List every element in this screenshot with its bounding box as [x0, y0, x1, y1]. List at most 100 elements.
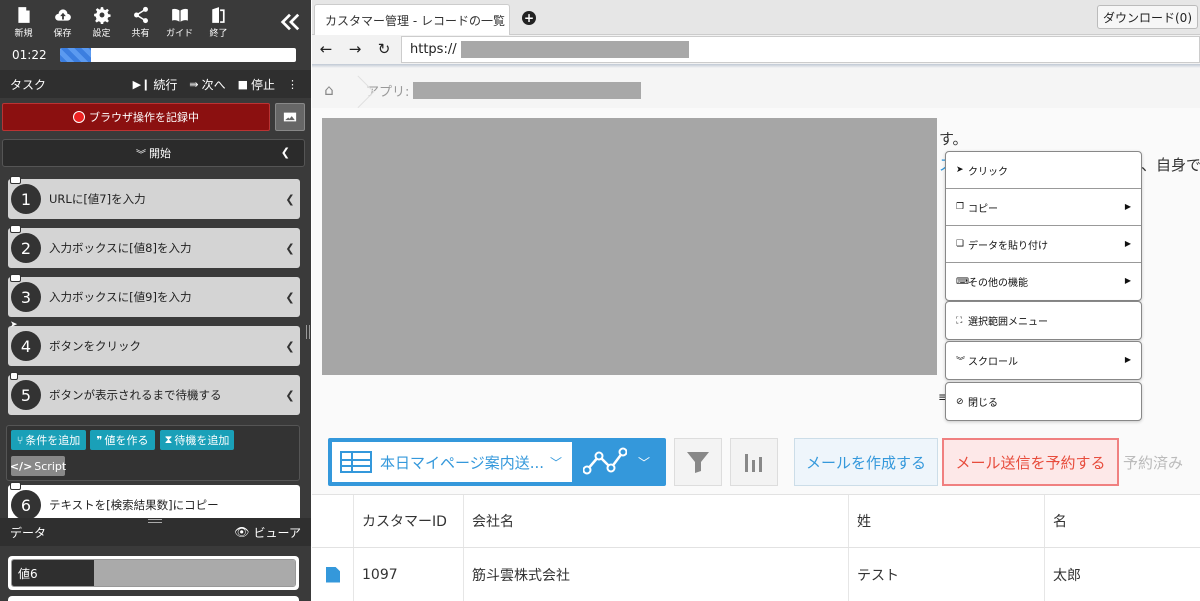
add-wait-button[interactable]: ⧗ 待機を追加	[160, 430, 234, 450]
view-name: 本日マイページ案内送...	[380, 453, 545, 472]
view-dropdown[interactable]: 本日マイページ案内送... ﹀	[332, 442, 572, 482]
chevron-left-icon[interactable]: ❮	[280, 291, 300, 304]
context-menu-main: ➤ クリック ❐ コピー ▶ ❏ データを貼り付け ▶ ⌨ その他の機能 ▶	[945, 151, 1142, 301]
graph-icon[interactable]	[583, 446, 627, 478]
page-shadow	[312, 64, 1200, 68]
record-table: カスタマーID 会社名 姓 名 1097 筋斗雲株式会社 テスト 太郎	[312, 494, 1200, 601]
add-wait-label: 待機を追加	[174, 434, 230, 447]
task-step[interactable]: 5 ボタンが表示されるまで待機する ❮	[8, 372, 300, 415]
viewer-label: ビューア	[253, 525, 301, 540]
chevron-left-icon: ❮	[280, 146, 290, 159]
menu-item-paste[interactable]: ❏ データを貼り付け ▶	[946, 226, 1141, 263]
script-button[interactable]: </> Script	[10, 456, 66, 476]
recording-button[interactable]: ブラウザ操作を記録中	[2, 103, 270, 131]
step-number: 6	[11, 490, 41, 520]
header-cell[interactable]: 姓	[849, 495, 1045, 547]
table-icon	[340, 451, 372, 473]
header-cell[interactable]: カスタマーID	[354, 495, 464, 547]
home-icon[interactable]: ⌂	[312, 81, 346, 99]
view-selector[interactable]: 本日マイページ案内送... ﹀ ﹀	[328, 438, 666, 486]
new-button-label: 新規	[14, 28, 33, 39]
task-header: タスク ▶❙ 続行 ⇛ 次へ ■ 停止 ⋮	[0, 70, 311, 98]
chevron-left-icon[interactable]: ❮	[280, 340, 300, 353]
stop-button[interactable]: ■ 停止	[238, 76, 275, 93]
share-button[interactable]: 共有	[121, 0, 160, 44]
menu-item-label: データを貼り付け	[968, 240, 1048, 252]
step-number: 3	[11, 282, 41, 312]
save-button[interactable]: 保存	[43, 0, 82, 44]
new-tab-button[interactable]: +	[518, 7, 540, 29]
back-button[interactable]: ←	[314, 37, 338, 61]
make-value-button[interactable]: ❞ 値を作る	[90, 430, 155, 450]
menu-item-scroll[interactable]: ︾ スクロール ▶	[946, 342, 1141, 379]
task-step[interactable]: 3 入力ボックスに[値9]を入力 ❮	[8, 274, 300, 317]
task-step[interactable]: ➤ 4 ボタンをクリック ❮	[8, 320, 300, 366]
menu-item-close[interactable]: ⊘ 閉じる	[946, 383, 1141, 420]
header-cell[interactable]: 会社名	[464, 495, 849, 547]
start-label: 開始	[149, 147, 171, 160]
panel-splitter[interactable]	[306, 325, 310, 339]
submenu-arrow-icon: ▶	[1124, 239, 1131, 248]
task-step[interactable]: 1 URLに[値7]を入力 ❮	[8, 176, 300, 219]
chevron-left-icon[interactable]: ❮	[280, 193, 300, 206]
header-cell[interactable]: 名	[1045, 495, 1200, 547]
menu-item-copy[interactable]: ❐ コピー ▶	[946, 189, 1141, 226]
viewer-button[interactable]: 👁 ビューア	[234, 524, 301, 541]
next-button[interactable]: ⇛ 次へ	[189, 76, 225, 93]
browser-tab[interactable]: カスタマー管理 - レコードの一覧	[314, 4, 510, 35]
add-condition-button[interactable]: ⑂ 条件を追加	[11, 430, 86, 450]
new-button[interactable]: 新規	[4, 0, 43, 44]
image-icon	[283, 112, 297, 122]
menu-item-selection[interactable]: ⛶ 選択範囲メニュー	[946, 302, 1141, 339]
data-item[interactable]	[8, 596, 299, 601]
table-cell: 1097	[354, 548, 464, 601]
breadcrumb-app[interactable]: アプリ:	[366, 81, 642, 100]
make-value-label: 値を作る	[104, 434, 149, 447]
menu-item-click[interactable]: ➤ クリック	[946, 152, 1141, 189]
step-text: ボタンをクリック	[49, 339, 141, 353]
data-item-value[interactable]	[94, 560, 295, 586]
guide-button[interactable]: ガイド	[160, 0, 199, 44]
row-detail-cell[interactable]	[312, 548, 354, 601]
chevron-left-icon[interactable]: ❮	[280, 242, 300, 255]
paste-icon: ❏	[956, 239, 965, 249]
context-menu-scroll: ︾ スクロール ▶	[945, 341, 1142, 380]
start-section-header[interactable]: ︾ 開始 ❮	[2, 139, 305, 167]
exit-button[interactable]: 終了	[199, 0, 238, 44]
cloud-upload-icon	[54, 8, 71, 21]
next-label: 次へ	[201, 77, 226, 92]
data-item[interactable]: 値6	[8, 556, 299, 590]
resize-handle[interactable]	[148, 519, 162, 523]
vertical-dots-icon: ⋮	[287, 77, 298, 91]
table-cell: テスト	[849, 548, 1045, 601]
schedule-mail-label: メール送信を予約する	[955, 453, 1106, 472]
create-mail-button[interactable]: メールを作成する	[794, 438, 938, 486]
reload-button[interactable]: ↻	[372, 37, 396, 61]
reserved-label[interactable]: 予約済み	[1123, 452, 1183, 473]
context-menu-selection: ⛶ 選択範囲メニュー	[945, 301, 1142, 340]
forward-button[interactable]: →	[343, 37, 367, 61]
menu-item-other[interactable]: ⌨ その他の機能 ▶	[946, 263, 1141, 300]
settings-button[interactable]: 設定	[82, 0, 121, 44]
task-step[interactable]: 2 入力ボックスに[値8]を入力 ❮	[8, 225, 300, 268]
filter-button[interactable]	[674, 438, 722, 486]
stop-square-icon: ■	[237, 77, 248, 91]
chevron-left-icon[interactable]: ❮	[280, 389, 300, 402]
step-text: ボタンが表示されるまで待機する	[49, 388, 222, 402]
table-cell: 太郎	[1053, 567, 1081, 584]
chart-button[interactable]	[730, 438, 778, 486]
stop-label: 停止	[250, 77, 275, 92]
more-menu-button[interactable]: ⋮	[287, 78, 301, 91]
download-button[interactable]: ダウンロード(0)	[1097, 5, 1198, 29]
screenshot-button[interactable]	[275, 103, 305, 131]
document-icon[interactable]	[326, 566, 340, 583]
submenu-arrow-icon: ▶	[1124, 276, 1131, 285]
continue-button[interactable]: ▶❙ 続行	[133, 76, 178, 93]
chevron-down-icon[interactable]: ﹀	[638, 454, 650, 471]
url-bar[interactable]: https://	[401, 36, 1200, 63]
hourglass-icon	[10, 372, 18, 380]
collapse-panel-button[interactable]	[275, 8, 303, 36]
eye-icon: 👁	[234, 525, 250, 539]
table-row[interactable]: 1097 筋斗雲株式会社 テスト 太郎	[312, 548, 1200, 601]
schedule-mail-button[interactable]: メール送信を予約する	[942, 438, 1119, 486]
